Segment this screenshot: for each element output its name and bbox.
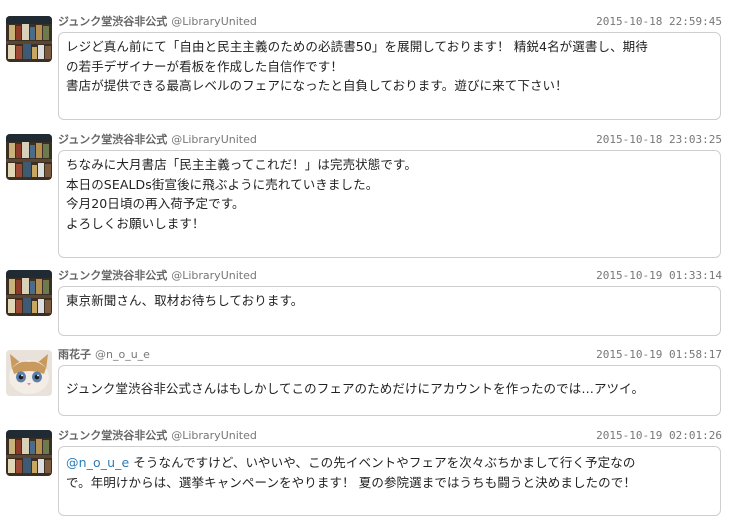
tweet-item: ジュンク堂渋谷非公式 @LibraryUnited 2015-10-18 22:5… [0,14,730,122]
tweet-text-line: で。年明けからは、選挙キャンペーンをやります！ 夏の参院選まではうちも闘うと決め… [66,474,636,490]
tweet-text-line: ちなみに大月書店「民主主義ってこれだ！」は完売状態です。 [66,157,417,172]
tweet-header: ジュンク堂渋谷非公式 @LibraryUnited [58,14,257,30]
mention-link[interactable]: @n_o_u_e [66,455,129,470]
tweet-timestamp[interactable]: 2015-10-19 02:01:26 [596,428,722,444]
tweet-text-line: 今月20日頃の再入荷予定です。 [66,196,245,211]
author-name[interactable]: ジュンク堂渋谷非公式 [58,133,167,146]
tweet-timestamp[interactable]: 2015-10-19 01:58:17 [596,347,722,363]
cat-avatar-image [6,350,52,396]
tweet-item: ジュンク堂渋谷非公式 @LibraryUnited 2015-10-18 23:0… [0,132,730,260]
tweet-text-box: レジど真ん前にて「自由と民主主義のための必読書50」を展開しております！ 精鋭4… [58,32,721,120]
tweet-timestamp[interactable]: 2015-10-18 22:59:45 [596,14,722,30]
tweet-text-line: の若手デザイナーが看板を作成した自信作です！ [66,58,343,74]
author-handle[interactable]: @n_o_u_e [95,348,150,361]
tweet-text-line: レジど真ん前にて「自由と民主主義のための必読書50」を展開しております！ 精鋭4… [66,39,648,54]
tweet-timestamp[interactable]: 2015-10-19 01:33:14 [596,268,722,284]
bookstore-avatar-icon[interactable] [6,430,52,476]
bookstore-avatar-image [6,430,52,476]
tweet-item: 雨花子 @n_o_u_e 2015-10-19 01:58:17 ジュンク堂渋谷非… [0,347,730,421]
tweet-text-line: ジュンク堂渋谷非公式さんはもしかしてこのフェアのためだけにアカウントを作ったので… [66,381,645,396]
tweet-header: ジュンク堂渋谷非公式 @LibraryUnited [58,428,257,444]
bookstore-avatar-icon[interactable] [6,270,52,316]
tweet-header: 雨花子 @n_o_u_e [58,347,150,363]
tweet-timestamp[interactable]: 2015-10-18 23:03:25 [596,132,722,148]
bookstore-avatar-image [6,16,52,62]
tweet-text-line: 東京新聞さん、取材お待ちしております。 [66,293,304,308]
tweet-text-box: @n_o_u_e そうなんですけど、いやいや、この先イベントやフェアを次々ぶちか… [58,446,721,516]
author-handle[interactable]: @LibraryUnited [171,269,257,282]
tweet-text-line: 書店が提供できる最高レベルのフェアになったと自負しております。遊びに来て下さい！ [66,78,568,93]
tweet-item: ジュンク堂渋谷非公式 @LibraryUnited 2015-10-19 02:0… [0,428,730,518]
author-name[interactable]: ジュンク堂渋谷非公式 [58,269,167,282]
bookstore-avatar-image [6,270,52,316]
tweet-text-segment: そうなんですけど、いやいや、この先イベントやフェアを次々ぶちかまして行く予定なの [129,455,636,470]
bookstore-avatar-image [6,134,52,180]
bookstore-avatar-icon[interactable] [6,16,52,62]
author-handle[interactable]: @LibraryUnited [171,15,257,28]
cat-avatar-icon[interactable] [6,350,52,396]
tweet-text-box: 東京新聞さん、取材お待ちしております。 [58,286,721,336]
tweet-text-line: @n_o_u_e そうなんですけど、いやいや、この先イベントやフェアを次々ぶちか… [66,453,713,473]
author-handle[interactable]: @LibraryUnited [171,133,257,146]
author-handle[interactable]: @LibraryUnited [171,429,257,442]
author-name[interactable]: ジュンク堂渋谷非公式 [58,429,167,442]
tweet-text-box: ちなみに大月書店「民主主義ってこれだ！」は完売状態です。 本日のSEALDs街宣… [58,150,721,258]
tweet-header: ジュンク堂渋谷非公式 @LibraryUnited [58,268,257,284]
tweet-text-line: よろしくお願いします！ [66,215,205,231]
author-name[interactable]: 雨花子 [58,348,91,361]
tweet-item: ジュンク堂渋谷非公式 @LibraryUnited 2015-10-19 01:3… [0,268,730,340]
tweet-text-box: ジュンク堂渋谷非公式さんはもしかしてこのフェアのためだけにアカウントを作ったので… [58,365,721,416]
bookstore-avatar-icon[interactable] [6,134,52,180]
author-name[interactable]: ジュンク堂渋谷非公式 [58,15,167,28]
tweet-text-line: 本日のSEALDs街宣後に飛ぶように売れていきました。 [66,176,379,192]
tweet-header: ジュンク堂渋谷非公式 @LibraryUnited [58,132,257,148]
tweet-timeline: ジュンク堂渋谷非公式 @LibraryUnited 2015-10-18 22:5… [0,0,730,521]
